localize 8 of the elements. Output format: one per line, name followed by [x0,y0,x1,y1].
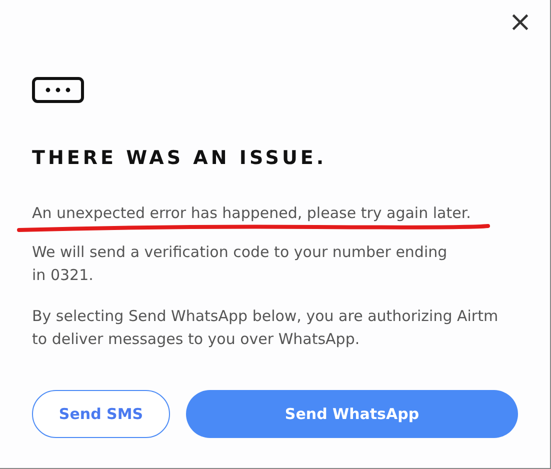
send-whatsapp-button[interactable]: Send WhatsApp [186,390,518,438]
chat-dots-icon [32,77,84,103]
close-button[interactable]: × [502,6,538,38]
dialog-title: THERE WAS AN ISSUE. [32,147,328,170]
info-paragraph: We will send a verification code to your number ending in 0321. [32,242,448,286]
error-message: An unexpected error has happened, please try again later. [32,202,471,224]
send-sms-button[interactable]: Send SMS [32,390,170,438]
info-paragraph: By selecting Send WhatsApp below, you are authorizing Airtm to deliver messages to you over WhatsApp. [32,306,500,350]
